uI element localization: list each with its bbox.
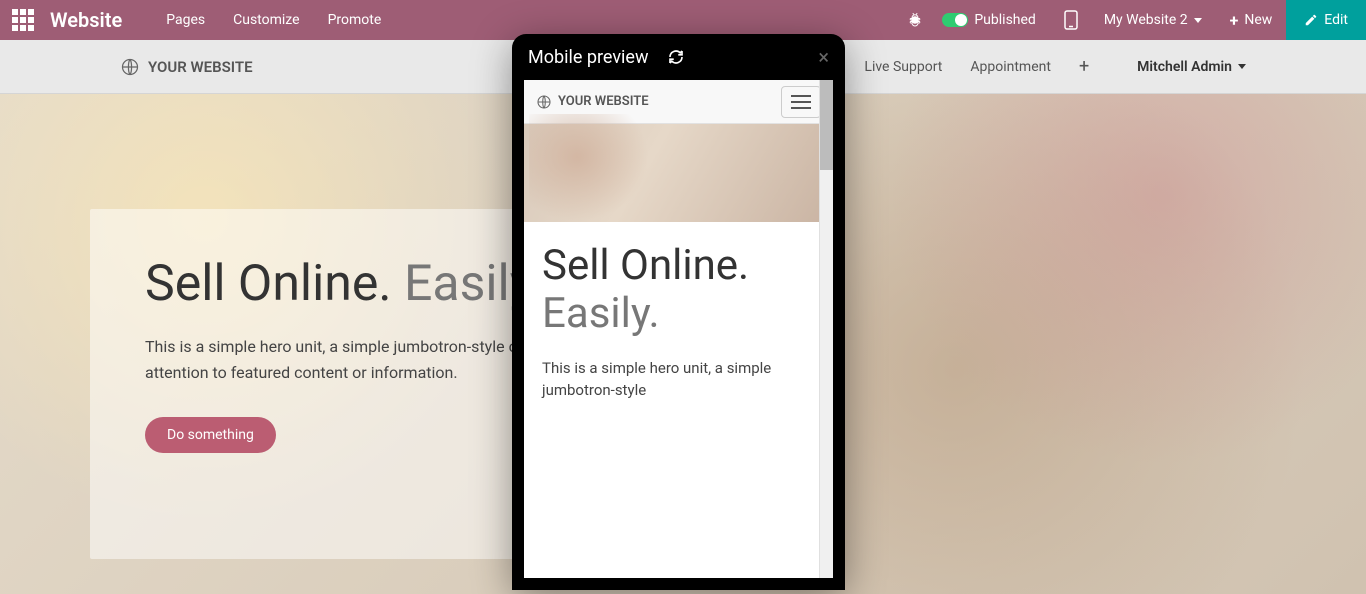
- mobile-preview-icon[interactable]: [1064, 10, 1078, 30]
- new-button-label: New: [1244, 12, 1272, 28]
- edit-button-label: Edit: [1324, 12, 1348, 28]
- add-page-icon[interactable]: +: [1079, 56, 1089, 77]
- website-selector[interactable]: My Website 2: [1104, 12, 1202, 28]
- mobile-preview-modal: Mobile preview × YOUR WEBSITE Sell On: [512, 34, 845, 590]
- modal-header: Mobile preview ×: [512, 34, 845, 80]
- menu-customize[interactable]: Customize: [219, 12, 313, 28]
- apps-icon[interactable]: [8, 5, 38, 35]
- published-label: Published: [974, 12, 1035, 28]
- close-icon[interactable]: ×: [818, 45, 829, 69]
- new-button[interactable]: + New: [1216, 0, 1287, 40]
- globe-icon: [536, 94, 552, 110]
- caret-down-icon: [1238, 64, 1246, 69]
- refresh-icon[interactable]: [667, 48, 685, 66]
- phone-logo-text: YOUR WEBSITE: [558, 94, 649, 109]
- website-selector-label: My Website 2: [1104, 12, 1188, 28]
- phone-scrollbar-track[interactable]: [819, 170, 833, 578]
- modal-body: YOUR WEBSITE Sell Online. Easily. This i…: [512, 80, 845, 590]
- app-brand[interactable]: Website: [50, 8, 122, 32]
- phone-hero-desc: This is a simple hero unit, a simple jum…: [542, 357, 815, 402]
- phone-hero-image: [524, 124, 833, 222]
- nav-live-support[interactable]: Live Support: [864, 59, 942, 75]
- modal-title: Mobile preview: [528, 47, 649, 68]
- edit-button[interactable]: Edit: [1286, 0, 1366, 40]
- menu-pages[interactable]: Pages: [152, 12, 219, 28]
- phone-content: Sell Online. Easily. This is a simple he…: [524, 222, 833, 422]
- plus-icon: +: [1230, 11, 1239, 30]
- phone-h1-light: Easily.: [542, 290, 815, 338]
- pencil-icon: [1304, 13, 1318, 27]
- phone-logo[interactable]: YOUR WEBSITE: [536, 94, 649, 110]
- nav-appointment[interactable]: Appointment: [970, 59, 1051, 75]
- site-logo[interactable]: YOUR WEBSITE: [120, 57, 253, 77]
- phone-screen: YOUR WEBSITE Sell Online. Easily. This i…: [524, 80, 833, 578]
- published-toggle[interactable]: [942, 13, 968, 27]
- hero-cta-button[interactable]: Do something: [145, 417, 276, 453]
- globe-icon: [120, 57, 140, 77]
- hero-title-bold: Sell Online.: [145, 255, 392, 313]
- user-menu[interactable]: Mitchell Admin: [1137, 59, 1246, 75]
- caret-down-icon: [1194, 18, 1202, 23]
- phone-hero-title: Sell Online. Easily.: [542, 242, 815, 339]
- hamburger-icon[interactable]: [781, 86, 821, 118]
- site-logo-text: YOUR WEBSITE: [148, 58, 253, 76]
- menu-promote[interactable]: Promote: [314, 12, 396, 28]
- phone-scrollbar-thumb[interactable]: [819, 80, 833, 170]
- bug-icon[interactable]: [906, 11, 924, 29]
- phone-h1-bold: Sell Online.: [542, 241, 749, 290]
- user-name: Mitchell Admin: [1137, 59, 1232, 75]
